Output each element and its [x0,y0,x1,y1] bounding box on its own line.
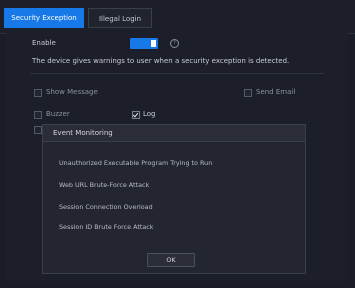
tab-bar: Security Exception Illegal Login [0,0,355,34]
description-text: The device gives warnings to user when a… [32,57,290,65]
tab-security-exception[interactable]: Security Exception [4,8,84,28]
dialog-title: Event Monitoring [53,129,113,137]
buzzer-label: Buzzer [46,110,70,118]
toggle-knob [151,40,156,47]
enable-label: Enable [32,39,56,47]
event-item: Unauthorized Executable Program Trying t… [59,159,213,167]
help-icon[interactable]: ? [170,39,179,48]
hidden-checkbox[interactable] [34,126,42,134]
event-item: Web URL Brute-Force Attack [59,181,150,189]
event-item: Session Connection Overload [59,203,153,211]
event-item: Session ID Brute Force Attack [59,223,154,231]
send-email-label: Send Email [256,88,296,96]
log-checkbox[interactable] [132,111,140,119]
ok-button[interactable]: OK [147,253,195,267]
dialog-title-bar: Event Monitoring [43,125,305,142]
enable-toggle[interactable] [130,38,158,49]
send-email-checkbox[interactable] [244,89,252,97]
event-monitoring-dialog: Event Monitoring Unauthorized Executable… [42,124,306,274]
show-message-checkbox[interactable] [34,89,42,97]
show-message-label: Show Message [46,88,98,96]
divider [30,73,324,74]
tab-illegal-login[interactable]: Illegal Login [88,8,152,28]
log-label: Log [143,110,156,118]
buzzer-checkbox[interactable] [34,111,42,119]
